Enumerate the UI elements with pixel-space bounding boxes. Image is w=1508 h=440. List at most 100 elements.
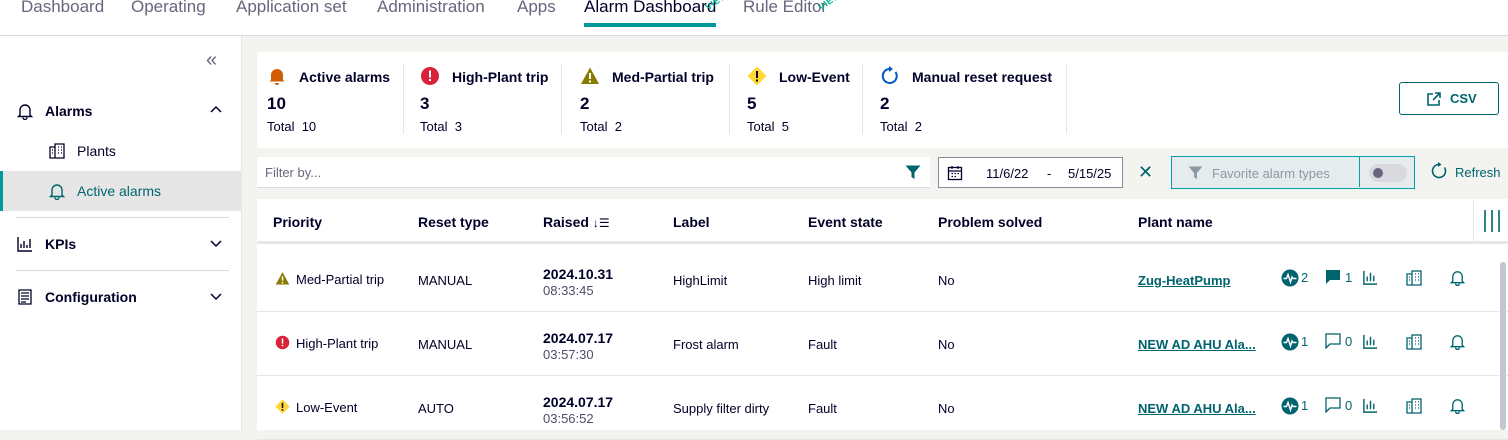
preview-badge: VIEW: [703, 0, 730, 13]
divider: [1066, 64, 1067, 134]
notification-button[interactable]: [1449, 333, 1466, 353]
column-header-event-state[interactable]: Event state: [808, 214, 883, 230]
plant-name-link[interactable]: Zug-HeatPump: [1138, 273, 1230, 288]
plant-name-link[interactable]: NEW AD AHU Ala...: [1138, 337, 1256, 352]
column-header-plant-name[interactable]: Plant name: [1138, 214, 1213, 230]
column-header-reset-type[interactable]: Reset type: [418, 214, 489, 230]
events-button[interactable]: 2: [1281, 269, 1308, 289]
comments-button[interactable]: 0: [1325, 333, 1352, 353]
filter-icon[interactable]: [905, 165, 921, 180]
filter-input[interactable]: [257, 157, 897, 188]
building-icon: [49, 143, 65, 159]
column-header-priority[interactable]: Priority: [273, 214, 322, 230]
summary-card-active-alarms[interactable]: Active alarms 10 Total 10: [257, 52, 404, 148]
favorite-label: Favorite alarm types: [1212, 166, 1330, 181]
problem-solved-cell: No: [938, 337, 955, 352]
raised-date: 2024.07.17: [543, 330, 614, 346]
column-header-label[interactable]: Label: [673, 214, 710, 230]
sidebar-section-kpis[interactable]: KPIs: [0, 224, 242, 264]
trend-button[interactable]: [1362, 333, 1379, 353]
table-scrollbar[interactable]: [1500, 262, 1506, 430]
divider: [16, 217, 229, 218]
bell-icon: [1449, 271, 1466, 287]
label-cell: Supply filter dirty: [673, 401, 770, 416]
date-range-picker[interactable]: 11/6/22 - 5/15/25: [938, 157, 1123, 188]
trend-button[interactable]: [1362, 397, 1379, 417]
comments-button[interactable]: 1: [1325, 269, 1352, 289]
sidebar-item-active-alarms[interactable]: Active alarms: [0, 171, 242, 211]
table-row[interactable]: High-Plant trip MANUAL 2024.07.17 03:57:…: [257, 312, 1508, 376]
comments-count: 1: [1345, 270, 1353, 285]
reset-type-cell: MANUAL: [418, 273, 473, 288]
label-cell: HighLimit: [673, 273, 728, 288]
tab-administration[interactable]: Administration: [377, 0, 485, 17]
column-settings-button[interactable]: [1473, 199, 1508, 244]
card-total: Total 10: [267, 119, 317, 134]
event-state-cell: High limit: [808, 273, 862, 288]
bell-filled-icon: [269, 69, 285, 85]
trend-button[interactable]: [1362, 269, 1379, 289]
raised-date: 2024.07.17: [543, 394, 614, 410]
plant-name-link[interactable]: NEW AD AHU Ala...: [1138, 401, 1256, 416]
tab-alarm-dashboard[interactable]: Alarm Dashboard: [584, 0, 717, 27]
filter-icon: [1188, 166, 1203, 180]
table-row[interactable]: Med-Partial trip MANUAL 2024.10.31 08:33…: [257, 248, 1508, 312]
bar-chart-icon: [17, 237, 32, 252]
tab-dashboard[interactable]: Dashboard: [21, 0, 104, 17]
sidebar-item-label: Active alarms: [77, 183, 162, 199]
plant-button[interactable]: [1405, 397, 1423, 417]
tab-operating[interactable]: Operating: [131, 0, 206, 17]
sidebar-section-label: Alarms: [45, 103, 93, 119]
calendar-icon: [947, 166, 963, 181]
summary-card-low-event[interactable]: Low-Event 5 Total 5: [737, 52, 864, 148]
columns-icon: [1484, 210, 1500, 232]
alarm-high-icon: [421, 67, 439, 85]
external-link-icon: [1427, 92, 1441, 106]
reset-icon: [881, 66, 898, 84]
favorite-toggle[interactable]: [1369, 164, 1407, 182]
table-row[interactable]: Low-Event AUTO 2024.07.17 03:56:52 Suppl…: [257, 376, 1508, 440]
alarm-summary: Active alarms 10 Total 10 High-Plant tri…: [257, 52, 1508, 148]
comment-icon: [1325, 333, 1341, 350]
notification-button[interactable]: [1449, 269, 1466, 289]
comments-count: 0: [1345, 398, 1353, 413]
tab-rule-editor[interactable]: Rule Editor: [743, 0, 827, 17]
card-count: 5: [747, 94, 757, 113]
divider: [862, 64, 863, 134]
column-header-problem-solved[interactable]: Problem solved: [938, 214, 1042, 230]
favorite-alarm-types-button[interactable]: Favorite alarm types: [1171, 156, 1415, 189]
building-icon: [1406, 270, 1422, 286]
clear-date-icon[interactable]: ✕: [1138, 162, 1153, 182]
events-button[interactable]: 1: [1281, 333, 1308, 353]
raised-time: 03:56:52: [543, 411, 594, 426]
double-chevron-left-icon[interactable]: «: [206, 50, 217, 70]
card-total: Total 2: [880, 119, 922, 134]
sidebar-section-alarms[interactable]: Alarms: [0, 91, 242, 131]
summary-card-med-partial-trip[interactable]: Med-Partial trip 2 Total 2: [570, 52, 730, 148]
warning-diamond-icon: [275, 399, 290, 414]
table-header: Priority Reset type Raised ↓☰ Label Even…: [257, 199, 1508, 244]
plant-button[interactable]: [1405, 269, 1423, 289]
sidebar-section-label: KPIs: [45, 236, 77, 252]
card-title: Med-Partial trip: [612, 69, 714, 85]
summary-card-manual-reset-request[interactable]: Manual reset request 2 Total 2: [870, 52, 1067, 148]
sidebar-section-configuration[interactable]: Configuration: [0, 277, 242, 317]
tab-apps[interactable]: Apps: [517, 0, 556, 17]
sidebar-item-plants[interactable]: Plants: [0, 131, 242, 171]
notification-button[interactable]: [1449, 397, 1466, 417]
priority-label: High-Plant trip: [296, 336, 379, 351]
event-state-cell: Fault: [808, 337, 837, 352]
plant-button[interactable]: [1405, 333, 1423, 353]
date-from: 11/6/22: [986, 166, 1029, 181]
warning-diamond-icon: [747, 66, 767, 86]
activity-icon: [1281, 269, 1299, 287]
csv-export-button[interactable]: CSV: [1399, 82, 1499, 115]
warning-triangle-icon: [581, 67, 599, 84]
tab-application-set[interactable]: Application set: [236, 0, 347, 17]
summary-card-high-plant-trip[interactable]: High-Plant trip 3 Total 3: [410, 52, 563, 148]
events-button[interactable]: 1: [1281, 397, 1308, 417]
warning-triangle-icon: [275, 272, 290, 285]
comments-button[interactable]: 0: [1325, 397, 1352, 417]
card-count: 2: [880, 94, 890, 113]
column-header-raised[interactable]: Raised ↓☰: [543, 214, 610, 230]
